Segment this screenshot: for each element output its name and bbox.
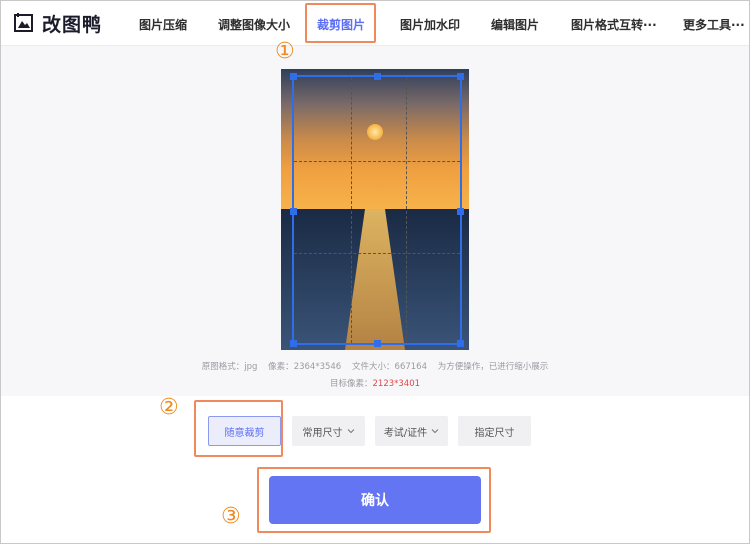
nav-item-resize[interactable]: 调整图像大小: [218, 16, 290, 33]
crop-handle-right[interactable]: [457, 208, 464, 215]
size-value: 667164: [394, 362, 427, 372]
nav-item-watermark[interactable]: 图片加水印: [400, 16, 460, 33]
crop-handle-top[interactable]: [374, 73, 381, 80]
crop-grid-line: [294, 253, 460, 254]
chevron-down-icon: [347, 429, 354, 434]
logo[interactable]: 改图鸭: [14, 10, 102, 36]
common-size-dropdown[interactable]: 常用尺寸: [292, 416, 365, 446]
target-label: 目标像素：: [329, 379, 373, 389]
nav-crop-highlight: [305, 3, 376, 43]
custom-size-label: 指定尺寸: [474, 427, 515, 439]
format-value: jpg: [244, 362, 258, 372]
pixels-label: 像素：: [268, 362, 294, 372]
nav-item-format-convert[interactable]: 图片格式互转···: [571, 16, 657, 33]
free-crop-label: 随意裁剪: [224, 427, 265, 439]
crop-handle-bottom-left[interactable]: [290, 340, 297, 347]
image-logo-icon: [14, 13, 33, 32]
custom-size-button[interactable]: 指定尺寸: [458, 416, 531, 446]
crop-selection-box[interactable]: [290, 73, 464, 347]
image-info-line: 原图格式：jpg 像素：2364*3546 文件大小：667164 为方便操作，…: [0, 360, 750, 372]
crop-handle-bottom[interactable]: [374, 340, 381, 347]
crop-handle-left[interactable]: [290, 208, 297, 215]
free-crop-button[interactable]: 随意裁剪: [208, 416, 281, 446]
crop-grid-line: [294, 161, 460, 162]
step-marker-1: ①: [275, 39, 295, 64]
crop-grid-line: [351, 77, 352, 343]
step-marker-3: ③: [221, 504, 241, 529]
target-info-line: 目标像素：2123*3401: [0, 377, 750, 389]
crop-handle-bottom-right[interactable]: [457, 340, 464, 347]
crop-handle-top-right[interactable]: [457, 73, 464, 80]
target-value: 2123*3401: [372, 379, 421, 389]
size-label: 文件大小：: [352, 362, 395, 372]
nav-item-more-tools[interactable]: 更多工具···: [683, 16, 745, 33]
exam-id-dropdown[interactable]: 考试/证件: [375, 416, 448, 446]
crop-handle-top-left[interactable]: [290, 73, 297, 80]
crop-grid-line: [406, 77, 407, 343]
nav-item-edit[interactable]: 编辑图片: [491, 16, 539, 33]
exam-id-label: 考试/证件: [383, 427, 428, 439]
step-marker-2: ②: [159, 395, 179, 420]
common-size-label: 常用尺寸: [302, 427, 343, 439]
pixels-value: 2364*3546: [293, 362, 342, 372]
nav-item-compress[interactable]: 图片压缩: [139, 16, 187, 33]
confirm-button[interactable]: 确认: [269, 476, 481, 524]
resize-note: 为方便操作，已进行缩小展示: [437, 362, 549, 372]
chevron-down-icon: [431, 429, 439, 434]
format-label: 原图格式：: [201, 362, 245, 372]
logo-text: 改图鸭: [42, 13, 103, 36]
